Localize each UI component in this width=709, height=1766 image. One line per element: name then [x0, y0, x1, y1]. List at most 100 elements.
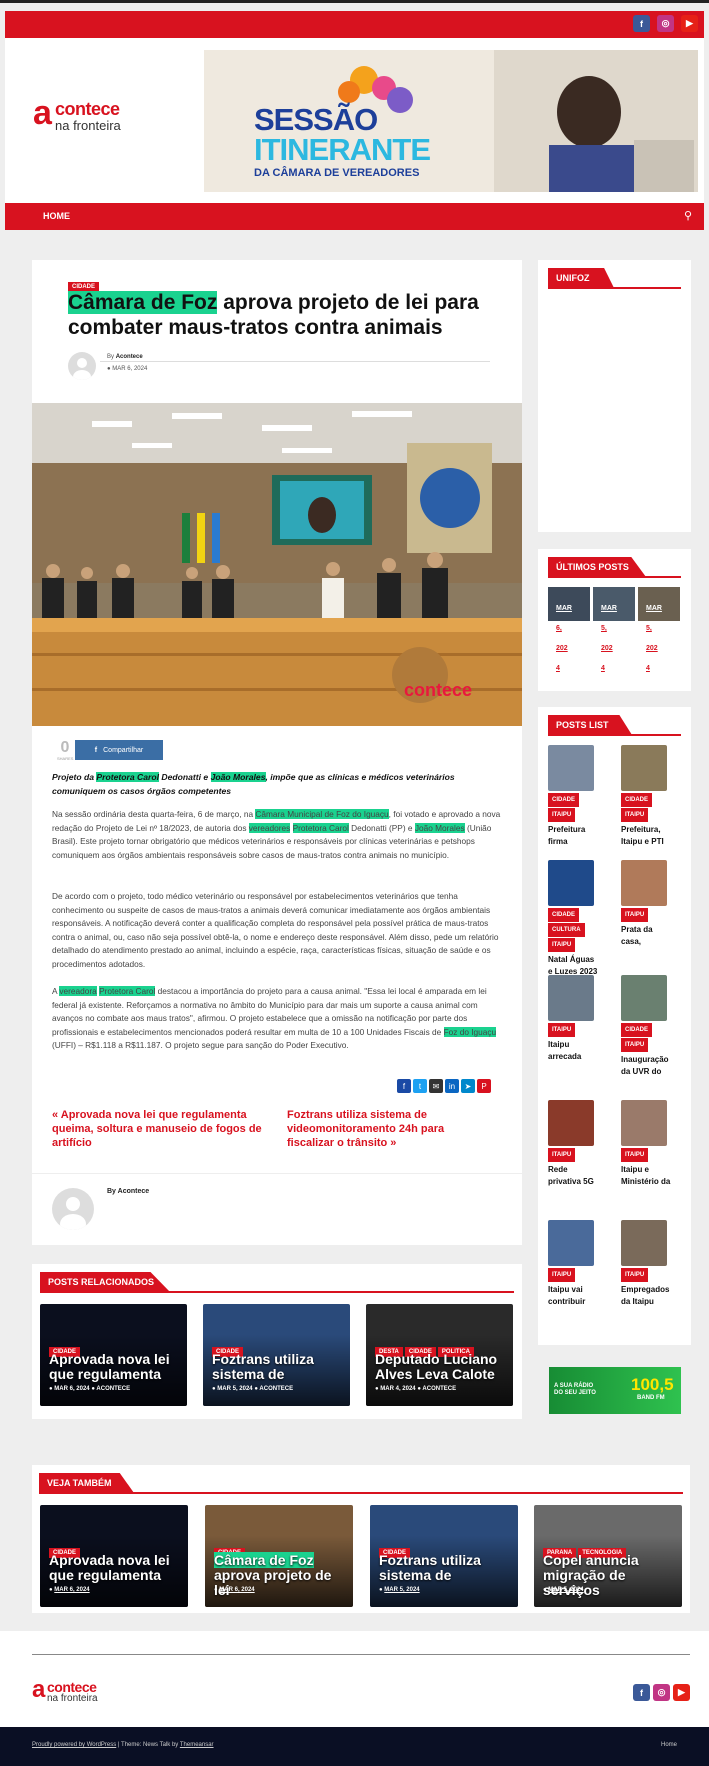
session-banner[interactable]: SESSÃO ITINERANTE DA CÂMARA DE VEREADORE…: [204, 50, 698, 192]
tag-vereadora[interactable]: vereadora: [59, 986, 97, 996]
linkedin-share-icon[interactable]: in: [445, 1079, 459, 1093]
card-date[interactable]: MAR 6, 2024: [219, 1587, 254, 1593]
latest-post-item[interactable]: MAR 5, 202 4: [638, 587, 680, 685]
telegram-share-icon[interactable]: ➤: [461, 1079, 475, 1093]
tag-foz-iguacu[interactable]: Foz do Iguaçu: [443, 1026, 497, 1037]
latest-post-date-part: 5,: [601, 625, 607, 632]
category-tag[interactable]: ITAIPU: [621, 908, 649, 922]
share-facebook-button[interactable]: f Compartilhar: [75, 740, 163, 760]
author-box-name[interactable]: By Acontece: [107, 1188, 149, 1195]
twitter-share-icon[interactable]: t: [413, 1079, 427, 1093]
related-post-card[interactable]: CIDADE Foztrans utiliza sistema de ● MAR 5…: [203, 1304, 350, 1406]
footer: a contece na fronteira f ◎ ▶: [0, 1631, 709, 1727]
themeansar-link[interactable]: Themeansar: [180, 1742, 214, 1748]
footer-youtube-icon[interactable]: ▶: [673, 1684, 690, 1701]
search-icon[interactable]: ⚲: [684, 209, 692, 222]
card-author: ACONTECE: [259, 1386, 294, 1392]
instagram-icon[interactable]: ◎: [657, 15, 674, 32]
site-header: a contece na fronteira SESSÃO ITINERANTE…: [5, 38, 704, 203]
chamber-photo: [32, 403, 522, 726]
radio-ad[interactable]: A SUA RÁDIO DO SEU JEITO 100,5 BAND FM: [549, 1367, 681, 1414]
category-tag[interactable]: CIDADE: [621, 1023, 653, 1037]
category-tag[interactable]: ITAIPU: [621, 1268, 649, 1282]
tag-protetora-carol[interactable]: Protetora Carol: [96, 772, 159, 782]
next-post-link[interactable]: Foztrans utiliza sistema de videomonitor…: [287, 1108, 487, 1150]
tag-protetora-carol-2[interactable]: Protetora Carol: [292, 822, 349, 833]
posts-list-tags: ITAIPU: [621, 908, 671, 922]
footer-home-link[interactable]: Home: [661, 1742, 677, 1748]
related-post-card[interactable]: CIDADE Aprovada nova lei que regulamenta ●…: [40, 1304, 187, 1406]
category-tag[interactable]: ITAIPU: [548, 1023, 576, 1037]
category-tag[interactable]: ITAIPU: [621, 808, 649, 822]
footer-logo[interactable]: a contece na fronteira: [32, 1676, 122, 1709]
posts-list-item[interactable]: ITAIPU Itaipu e Ministério da: [621, 1100, 671, 1188]
tag-joao-morales-2[interactable]: João Morales: [414, 822, 465, 833]
posts-list-thumb: [548, 1100, 594, 1146]
posts-list-item[interactable]: CIDADE ITAIPU Inauguração da UVR do: [621, 975, 671, 1078]
article-lead: Projeto da Protetora Carol Dedonatti e J…: [52, 772, 455, 796]
related-post-card[interactable]: DESTA CIDADE POLITICA Deputado Luciano Alve…: [366, 1304, 513, 1406]
category-tag[interactable]: ITAIPU: [621, 1038, 649, 1052]
card-date[interactable]: MAR 6, 2024: [54, 1587, 89, 1593]
nav-home[interactable]: HOME: [43, 211, 70, 221]
category-tag[interactable]: CULTURA: [548, 923, 585, 937]
prev-post-link[interactable]: « Aprovada nova lei que regulamenta quei…: [52, 1108, 272, 1150]
posts-list-tags: ITAIPU: [621, 1268, 671, 1282]
posts-list-item[interactable]: CIDADE ITAIPU Prefeitura firma: [548, 745, 598, 848]
latest-post-date-part: 4: [601, 665, 605, 672]
category-tag[interactable]: ITAIPU: [548, 938, 576, 952]
facebook-icon[interactable]: f: [633, 15, 650, 32]
card-title-highlight[interactable]: Câmara de Foz: [214, 1552, 314, 1568]
latest-posts-title: ÚLTIMOS POSTS: [548, 557, 646, 577]
posts-list-item[interactable]: CIDADE CULTURA ITAIPU Natal Águas e Luzes 2…: [548, 860, 598, 978]
posts-list-item[interactable]: ITAIPU Empregados da Itaipu: [621, 1220, 671, 1308]
latest-post-thumb: [548, 587, 590, 621]
tag-vereadores[interactable]: vereadores: [248, 822, 291, 833]
card-title: Deputado Luciano Alves Leva Calote: [375, 1351, 498, 1382]
footer-instagram-icon[interactable]: ◎: [653, 1684, 670, 1701]
veja-post-card[interactable]: PARANA TECNOLOGIA Copel anuncia migração d…: [534, 1505, 682, 1607]
email-share-icon[interactable]: ✉: [429, 1079, 443, 1093]
card-title-text: Aprovada nova lei que regulamenta: [49, 1552, 170, 1583]
main-nav: HOME ⚲: [5, 203, 704, 230]
posts-list-item[interactable]: CIDADE ITAIPU Prefeitura, Itaipu e PTI: [621, 745, 671, 848]
tag-joao-morales[interactable]: João Morales: [210, 772, 266, 782]
latest-post-item[interactable]: MAR 6, 202 4: [548, 587, 590, 685]
category-tag[interactable]: ITAIPU: [621, 1148, 649, 1162]
veja-post-card[interactable]: CIDADE Foztrans utiliza sistema de ● MAR 5…: [370, 1505, 518, 1607]
card-date[interactable]: MAR 5, 2024: [548, 1587, 583, 1593]
author-avatar[interactable]: [68, 352, 96, 380]
posts-list-title: Rede privativa 5G: [548, 1165, 594, 1186]
latest-posts-widget: ÚLTIMOS POSTS MAR 6, 202 4 MAR 5, 202 4 MAR 5, 202…: [538, 549, 691, 691]
footer-facebook-icon[interactable]: f: [633, 1684, 650, 1701]
latest-post-item[interactable]: MAR 5, 202 4: [593, 587, 635, 685]
card-title: Foztrans utiliza sistema de: [379, 1553, 514, 1583]
category-tag[interactable]: CIDADE: [548, 793, 580, 807]
wordpress-link[interactable]: Proudly powered by WordPress: [32, 1742, 116, 1748]
author-name[interactable]: Acontece: [116, 354, 143, 360]
article-date: ● MAR 6, 2024: [107, 366, 148, 372]
category-tag[interactable]: ITAIPU: [548, 1268, 576, 1282]
posts-list-item[interactable]: ITAIPU Itaipu vai contribuir: [548, 1220, 598, 1308]
category-tag[interactable]: ITAIPU: [548, 808, 576, 822]
category-tag[interactable]: ITAIPU: [548, 1148, 576, 1162]
tag-camara-foz[interactable]: Câmara Municipal de Foz do Iguaçu: [255, 809, 389, 819]
youtube-icon[interactable]: ▶: [681, 15, 698, 32]
veja-post-card[interactable]: CIDADE Aprovada nova lei que regulamenta ●…: [40, 1505, 188, 1607]
veja-post-card[interactable]: CIDADECâmara de Foz aprova projeto de le…: [205, 1505, 353, 1607]
posts-list-tags: CIDADE ITAIPU: [621, 793, 671, 822]
pinterest-share-icon[interactable]: P: [477, 1079, 491, 1093]
posts-list-item[interactable]: ITAIPU Itaipu arrecada: [548, 975, 598, 1063]
footer-credit: Proudly powered by WordPress | Theme: Ne…: [32, 1742, 214, 1748]
posts-list-item[interactable]: ITAIPU Prata da casa,: [621, 860, 671, 948]
category-tag[interactable]: CIDADE: [548, 908, 580, 922]
author-box-avatar[interactable]: [52, 1188, 94, 1230]
site-logo[interactable]: a contece na fronteira: [33, 94, 173, 138]
facebook-share-icon[interactable]: f: [397, 1079, 411, 1093]
posts-list-item[interactable]: ITAIPU Rede privativa 5G: [548, 1100, 598, 1188]
card-date[interactable]: MAR 5, 2024: [384, 1587, 419, 1593]
category-tag[interactable]: CIDADE: [621, 793, 653, 807]
author-divider: [100, 361, 490, 362]
card-title-text: aprova projeto de lei: [214, 1567, 332, 1598]
tag-protetora-carol-3[interactable]: Protetora Carol: [99, 986, 156, 996]
